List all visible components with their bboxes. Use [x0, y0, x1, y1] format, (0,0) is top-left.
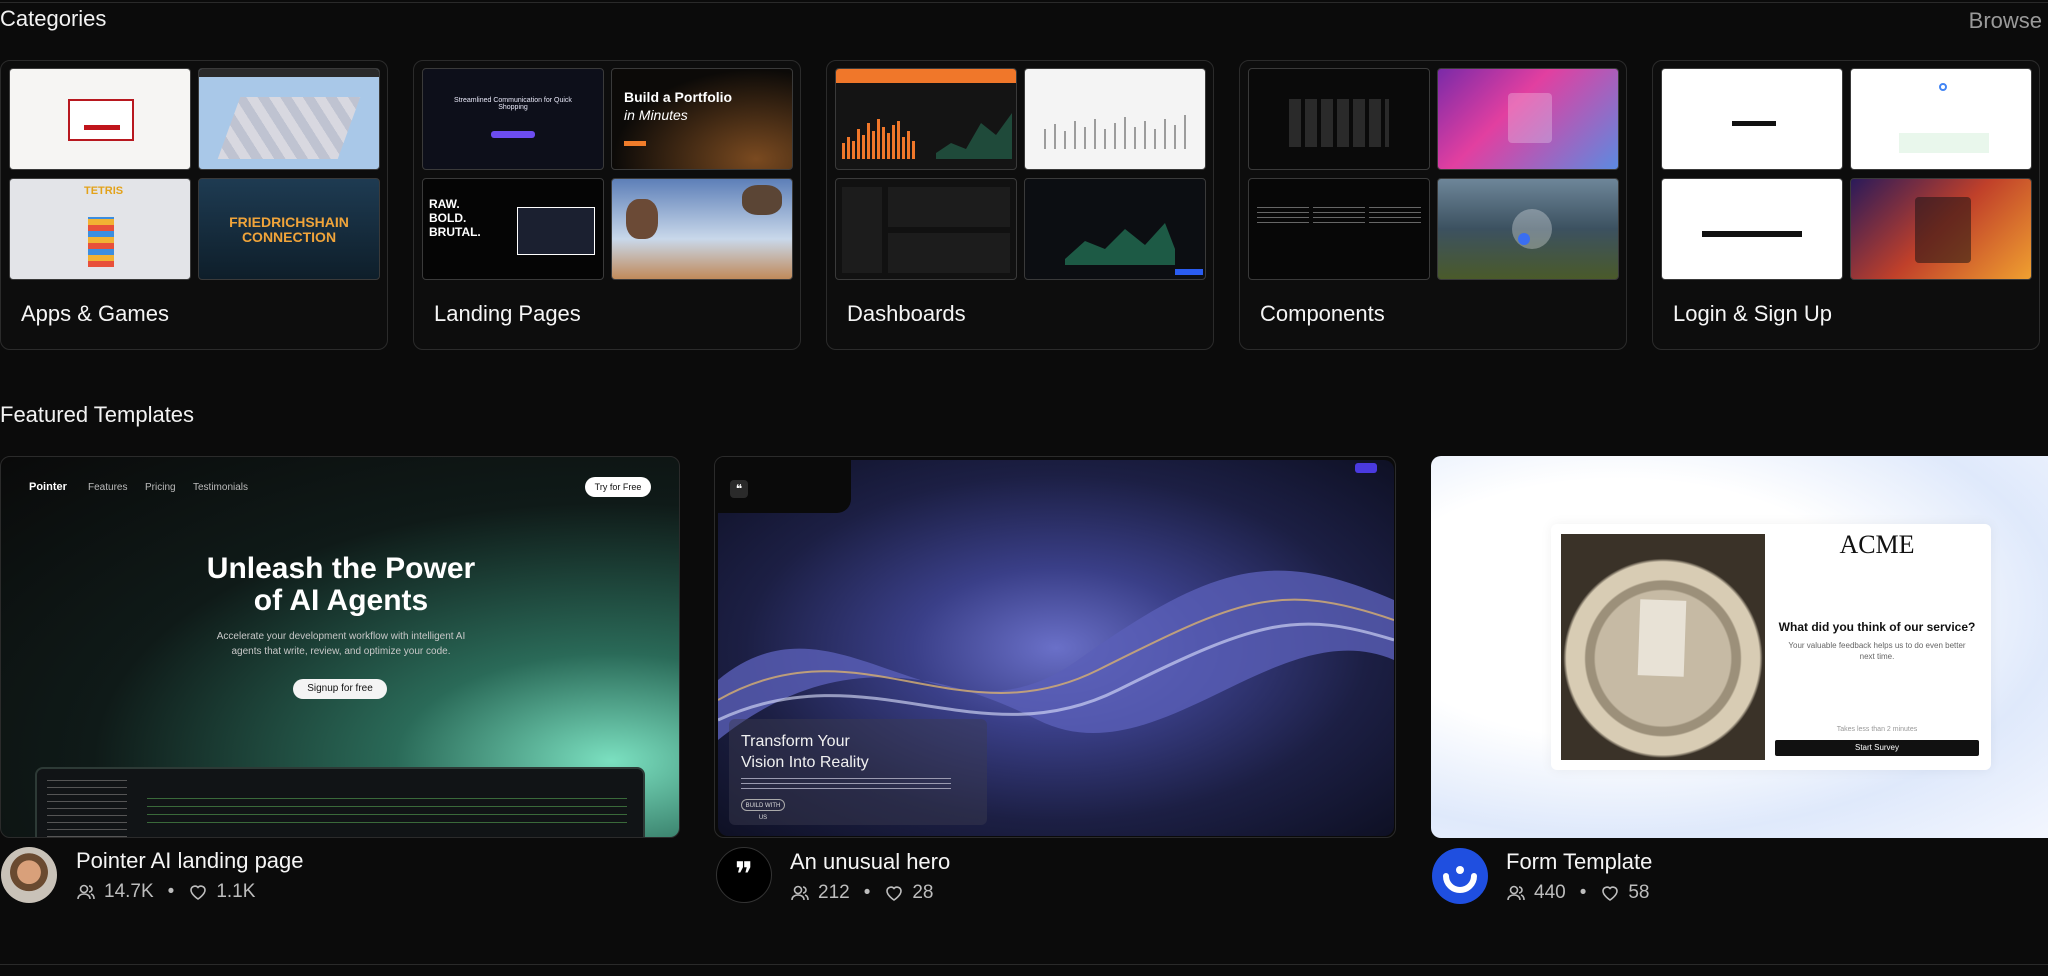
- avatar-form-template[interactable]: [1432, 848, 1488, 904]
- featured-templates-title: Featured Templates: [0, 402, 195, 427]
- users-count: 440: [1534, 882, 1566, 903]
- template-stats: 14.7K • 1.1K: [76, 881, 255, 903]
- pointer-nav-features: Features: [88, 482, 128, 493]
- category-card-apps-games[interactable]: TETRIS FRIEDRICHSHAIN CONNECTION Apps & …: [0, 60, 388, 350]
- thumbnail-friedrichshain: FRIEDRICHSHAIN CONNECTION: [198, 178, 380, 280]
- separator-dot: •: [863, 882, 871, 903]
- template-title[interactable]: Form Template: [1506, 849, 1652, 875]
- users-icon: [791, 885, 809, 901]
- thumbnail-orange-dashboard: [835, 68, 1017, 170]
- category-label: Dashboards: [847, 301, 966, 326]
- form-subtitle: Your valuable feedback helps us to do ev…: [1788, 641, 1966, 661]
- thumbnail-gradient-menu: [1437, 68, 1619, 170]
- pointer-nav-testimonials: Testimonials: [193, 482, 249, 493]
- featured-card-form-template[interactable]: ACME What did you think of our service? …: [1431, 456, 2048, 838]
- avatar-pointer-author[interactable]: [1, 847, 57, 903]
- avatar-unusual-hero[interactable]: ❞: [716, 847, 772, 903]
- pointer-headline: Unleash the Power of AI Agents: [206, 552, 476, 617]
- category-card-landing-pages[interactable]: Streamlined Communication for Quick Shop…: [413, 60, 801, 350]
- featured-card-pointer[interactable]: Pointer Features Pricing Testimonials Tr…: [0, 456, 680, 838]
- thumbnail-green-dashboard: [1024, 178, 1206, 280]
- thumbnail-portfolio: Build a Portfolio in Minutes: [611, 68, 793, 170]
- thumbnail-google-login: [1850, 68, 2032, 170]
- users-icon: [77, 884, 95, 900]
- category-label: Apps & Games: [21, 301, 169, 326]
- separator-dot: •: [167, 881, 175, 902]
- category-card-login-signup[interactable]: Login & Sign Up: [1652, 60, 2040, 350]
- pointer-nav-pricing: Pricing: [145, 482, 176, 493]
- separator-dot: •: [1579, 882, 1587, 903]
- category-label: Landing Pages: [434, 301, 581, 326]
- pointer-try-button: Try for Free: [585, 477, 651, 497]
- featured-card-unusual-hero[interactable]: ❝ Transform Your Vision Into Reality BUI…: [714, 456, 1396, 838]
- template-stats: 440 • 58: [1506, 882, 1650, 904]
- hero-headline: Transform Your Vision Into Reality: [741, 733, 869, 771]
- top-divider: [0, 2, 2048, 3]
- bar-chart-icon: [842, 113, 1012, 159]
- plate-photo: [1561, 534, 1765, 760]
- thumbnail-tags: [1248, 68, 1430, 170]
- heart-icon: [886, 886, 903, 901]
- hero-build-button: BUILD WITH US: [741, 799, 785, 821]
- bottom-divider: [0, 964, 2048, 965]
- thumbnail-login-form: [1661, 68, 1843, 170]
- category-label: Login & Sign Up: [1673, 301, 1832, 326]
- form-card: ACME What did you think of our service? …: [1551, 524, 1991, 770]
- thumbnail-isometric-game: [198, 68, 380, 170]
- area-chart-icon: [1065, 223, 1203, 275]
- thumbnail-welcome-form: [1661, 178, 1843, 280]
- heart-icon: [190, 885, 207, 900]
- line-chart-icon: [1044, 115, 1186, 149]
- category-card-components[interactable]: Components: [1239, 60, 1627, 350]
- template-stats: 212 • 28: [790, 882, 934, 904]
- template-title[interactable]: An unusual hero: [790, 849, 950, 875]
- pointer-signup-button: Signup for free: [293, 679, 387, 699]
- likes-count: 58: [1628, 882, 1650, 903]
- form-note: Takes less than 2 minutes: [1836, 726, 1918, 733]
- hero-overlay-box: Transform Your Vision Into Reality BUILD…: [729, 719, 987, 825]
- heart-icon: [1602, 886, 1619, 901]
- start-survey-button: Start Survey: [1775, 740, 1979, 756]
- thumbnail-light-dashboard: [1024, 68, 1206, 170]
- thumbnail-lake-controls: [1437, 178, 1619, 280]
- thumbnail-testimonials: [1248, 178, 1430, 280]
- acme-logo: ACME: [1839, 530, 1915, 559]
- smile-logo-icon: [1443, 866, 1477, 893]
- thumbnail-desert-rocks: [611, 178, 793, 280]
- likes-count: 28: [912, 882, 934, 903]
- users-count: 212: [818, 882, 850, 903]
- thumbnail-streamlined: Streamlined Communication for Quick Shop…: [422, 68, 604, 170]
- thumbnail-tetris: TETRIS: [9, 178, 191, 280]
- category-label: Components: [1260, 301, 1385, 326]
- pointer-subtitle: Accelerate your development workflow wit…: [216, 631, 466, 657]
- browse-link[interactable]: Browse: [1969, 8, 2042, 34]
- thumbnail-dark-dashboard: [835, 178, 1017, 280]
- likes-count: 1.1K: [216, 881, 256, 902]
- pointer-brand: Pointer: [29, 481, 67, 493]
- thumbnail-raw-bold: RAW. BOLD. BRUTAL.: [422, 178, 604, 280]
- thumbnail-app-dialog: [9, 68, 191, 170]
- thumbnail-gradient-login: [1850, 178, 2032, 280]
- quote-mark-icon: ❞: [734, 855, 754, 895]
- users-icon: [1507, 885, 1525, 901]
- form-question: What did you think of our service?: [1778, 620, 1976, 634]
- category-card-dashboards[interactable]: Dashboards: [826, 60, 1214, 350]
- users-count: 14.7K: [104, 881, 154, 902]
- template-title[interactable]: Pointer AI landing page: [76, 848, 304, 874]
- pointer-code-editor: [35, 767, 645, 837]
- categories-title: Categories: [0, 6, 107, 31]
